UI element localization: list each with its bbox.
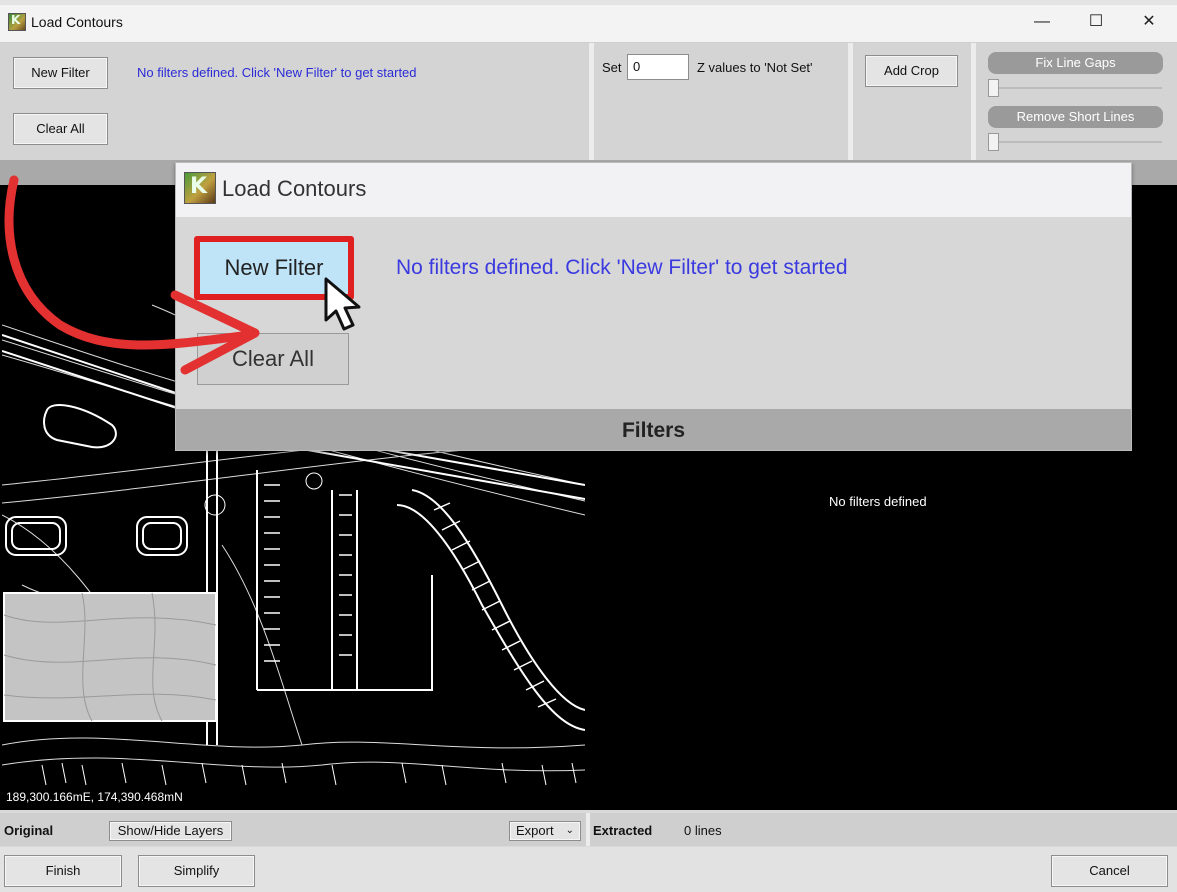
simplify-button[interactable]: Simplify: [138, 855, 255, 887]
finish-button[interactable]: Finish: [4, 855, 122, 887]
minimize-icon[interactable]: —: [1019, 8, 1065, 36]
zoom-callout: Load Contours New Filter Clear All No fi…: [175, 162, 1132, 451]
export-label: Export: [516, 823, 554, 838]
line-cleanup-panel: Fix Line Gaps Remove Short Lines: [976, 43, 1177, 160]
footer-bar: Finish Simplify Cancel: [0, 847, 1177, 892]
show-hide-layers-button[interactable]: Show/Hide Layers: [109, 821, 232, 841]
toolbar: New Filter Clear All No filters defined.…: [0, 43, 1177, 160]
z-value-input[interactable]: 0: [627, 54, 689, 80]
window-title: Load Contours: [31, 14, 123, 30]
view-divider: [586, 813, 590, 846]
cancel-button[interactable]: Cancel: [1051, 855, 1168, 887]
annotation-arrow-icon: [4, 175, 260, 375]
fix-line-gaps-slider[interactable]: [988, 79, 999, 97]
zoom-no-filters-message: No filters defined. Click 'New Filter' t…: [396, 256, 848, 279]
fix-line-gaps-button[interactable]: Fix Line Gaps: [988, 52, 1163, 74]
original-label: Original: [4, 823, 54, 838]
z-values-label: Z values to 'Not Set': [697, 60, 813, 75]
chevron-down-icon: ⌄: [565, 825, 574, 836]
remove-short-lines-button[interactable]: Remove Short Lines: [988, 106, 1163, 128]
right-no-filters-message: No filters defined: [829, 494, 927, 509]
mouse-cursor-icon: [324, 277, 361, 331]
taskbar-strip: [0, 0, 1177, 5]
line-count: 0 lines: [684, 823, 722, 838]
no-filters-message: No filters defined. Click 'New Filter' t…: [137, 65, 417, 80]
app-icon: [8, 13, 26, 31]
cursor-coordinates: 189,300.166mE, 174,390.468mN: [6, 790, 183, 804]
zoom-title-bar: Load Contours: [176, 163, 1131, 217]
fix-line-gaps-slider-track: [990, 87, 1162, 89]
view-status-bar: Original Show/Hide Layers Export ⌄ Extra…: [0, 813, 1177, 846]
add-crop-button[interactable]: Add Crop: [865, 55, 958, 87]
remove-short-lines-slider[interactable]: [988, 133, 999, 151]
crop-panel: Add Crop: [853, 43, 976, 160]
filters-panel: New Filter Clear All No filters defined.…: [0, 43, 594, 160]
zoom-filters-header: Filters: [176, 409, 1131, 450]
export-dropdown[interactable]: Export ⌄: [509, 821, 581, 841]
set-label: Set: [602, 60, 622, 75]
new-filter-button[interactable]: New Filter: [13, 57, 108, 89]
clear-all-button[interactable]: Clear All: [13, 113, 108, 145]
extracted-label: Extracted: [593, 823, 653, 838]
title-bar: Load Contours — ☐ ✕: [0, 0, 1177, 43]
z-values-panel: Set 0 Z values to 'Not Set': [594, 43, 853, 160]
close-icon[interactable]: ✕: [1126, 8, 1172, 36]
remove-short-lines-slider-track: [990, 141, 1162, 143]
maximize-icon[interactable]: ☐: [1073, 8, 1119, 36]
